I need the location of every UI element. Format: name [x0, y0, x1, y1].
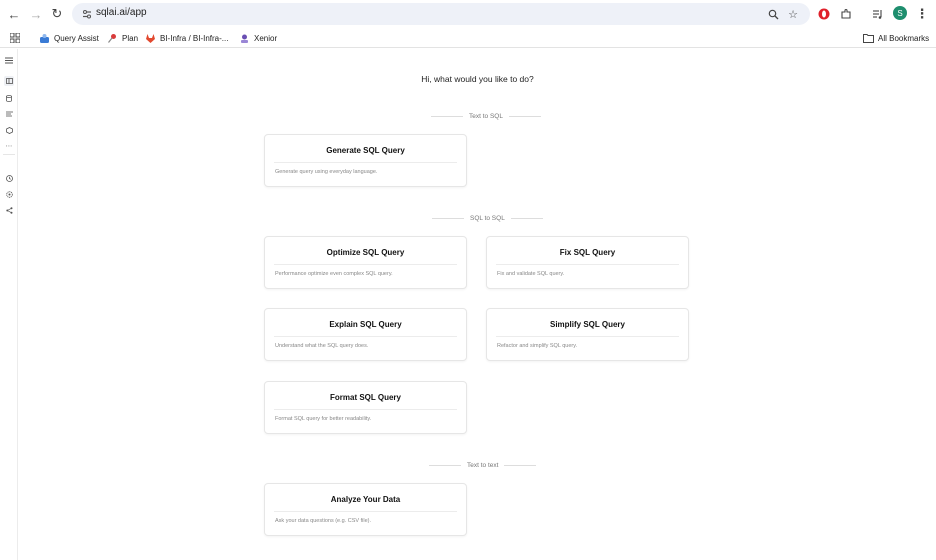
all-bookmarks[interactable]: All Bookmarks	[863, 31, 929, 45]
simplify-sql-card[interactable]: Simplify SQL Query Refactor and simplify…	[486, 308, 689, 361]
url-text[interactable]: sqlai.ai/app	[96, 7, 147, 18]
section-label: Text to text	[467, 462, 499, 469]
divider-line	[504, 465, 537, 466]
share-icon[interactable]	[4, 205, 14, 215]
all-bookmarks-label: All Bookmarks	[878, 33, 930, 43]
bookmark-label: Xenior	[254, 33, 278, 43]
list-icon[interactable]	[4, 109, 14, 119]
divider-line	[508, 116, 541, 117]
pin-icon	[107, 33, 118, 44]
card-description: Generate query using everyday language.	[275, 169, 378, 175]
sidebar-divider	[3, 154, 15, 155]
settings-icon[interactable]	[4, 189, 14, 199]
section-text-to-sql: Text to SQL	[425, 113, 547, 120]
bookmark-bi-infra[interactable]: BI-Infra / BI-Infra-...	[145, 31, 228, 45]
card-description: Fix and validate SQL query.	[497, 271, 565, 277]
card-title: Simplify SQL Query	[550, 320, 625, 329]
format-sql-card[interactable]: Format SQL Query Format SQL query for be…	[264, 381, 467, 434]
extensions-icon[interactable]	[838, 6, 854, 22]
dashboard-icon[interactable]	[4, 76, 14, 86]
database-icon[interactable]	[4, 93, 14, 103]
reload-icon[interactable]: ↻	[49, 6, 65, 22]
section-label: Text to SQL	[469, 113, 503, 120]
divider-line	[432, 218, 464, 219]
greeting-heading: Hi, what would you like to do?	[421, 74, 534, 84]
app-sidebar: ⋯	[0, 49, 18, 560]
opera-extension-icon[interactable]	[816, 6, 832, 22]
apps-grid-icon[interactable]	[10, 31, 20, 45]
section-label: SQL to SQL	[470, 215, 505, 222]
bookmark-label: Query Assist	[54, 33, 99, 43]
card-divider	[274, 336, 457, 337]
profile-avatar[interactable]: S	[893, 6, 907, 20]
menu-kebab-icon[interactable]: ⋮	[914, 6, 930, 22]
section-sql-to-sql: SQL to SQL	[426, 215, 549, 222]
card-description: Refactor and simplify SQL query.	[497, 343, 578, 349]
card-divider	[496, 336, 679, 337]
bookmark-label: BI-Infra / BI-Infra-...	[160, 33, 229, 43]
browser-toolbar: ← → ↻ sqlai.ai/app ☆ S ⋮	[0, 0, 936, 28]
divider-line	[510, 218, 543, 219]
card-title: Analyze Your Data	[330, 495, 401, 504]
bookmarks-bar: Query Assist Plan BI-Infra / BI-Infra-..…	[0, 28, 936, 48]
more-horizontal-icon[interactable]: ⋯	[4, 141, 14, 151]
history-icon[interactable]	[4, 173, 14, 183]
cube-icon[interactable]	[4, 125, 14, 135]
bookmark-xenior[interactable]: Xenior	[239, 31, 277, 45]
hamburger-menu-icon[interactable]	[4, 55, 14, 65]
bookmark-query-assist[interactable]: Query Assist	[39, 31, 99, 45]
forward-icon[interactable]: →	[28, 6, 44, 22]
divider-line	[429, 465, 461, 466]
card-title: Fix SQL Query	[559, 248, 616, 257]
card-description: Format SQL query for better readability.	[275, 416, 372, 422]
card-title: Generate SQL Query	[326, 146, 405, 155]
analyze-data-card[interactable]: Analyze Your Data Ask your data question…	[264, 483, 467, 536]
divider-line	[431, 116, 463, 117]
main-content: Hi, what would you like to do? Text to S…	[19, 49, 936, 560]
fix-sql-card[interactable]: Fix SQL Query Fix and validate SQL query…	[486, 236, 689, 289]
section-text-to-text: Text to text	[423, 462, 542, 469]
bookmark-star-icon[interactable]: ☆	[786, 7, 800, 21]
site-settings-icon[interactable]	[80, 7, 94, 21]
card-divider	[274, 162, 457, 163]
query-assist-icon	[39, 33, 50, 44]
card-divider	[496, 264, 679, 265]
zoom-icon[interactable]	[766, 7, 780, 21]
card-description: Understand what the SQL query does.	[275, 343, 369, 349]
folder-icon	[863, 33, 874, 44]
xenior-icon	[239, 33, 250, 44]
card-description: Ask your data questions (e.g. CSV file).	[275, 518, 371, 524]
generate-sql-card[interactable]: Generate SQL Query Generate query using …	[264, 134, 467, 187]
card-divider	[274, 264, 457, 265]
media-control-icon[interactable]	[870, 6, 886, 22]
card-divider	[274, 409, 457, 410]
bookmark-label: Plan	[122, 33, 139, 43]
address-bar[interactable]: sqlai.ai/app ☆	[72, 3, 810, 25]
card-title: Explain SQL Query	[329, 320, 402, 329]
card-description: Performance optimize even complex SQL qu…	[275, 271, 393, 277]
explain-sql-card[interactable]: Explain SQL Query Understand what the SQ…	[264, 308, 467, 361]
optimize-sql-card[interactable]: Optimize SQL Query Performance optimize …	[264, 236, 467, 289]
bookmark-plan[interactable]: Plan	[107, 31, 138, 45]
card-title: Format SQL Query	[330, 393, 401, 402]
back-icon[interactable]: ←	[6, 6, 22, 22]
card-divider	[274, 511, 457, 512]
gitlab-icon	[145, 33, 156, 44]
card-title: Optimize SQL Query	[326, 248, 405, 257]
